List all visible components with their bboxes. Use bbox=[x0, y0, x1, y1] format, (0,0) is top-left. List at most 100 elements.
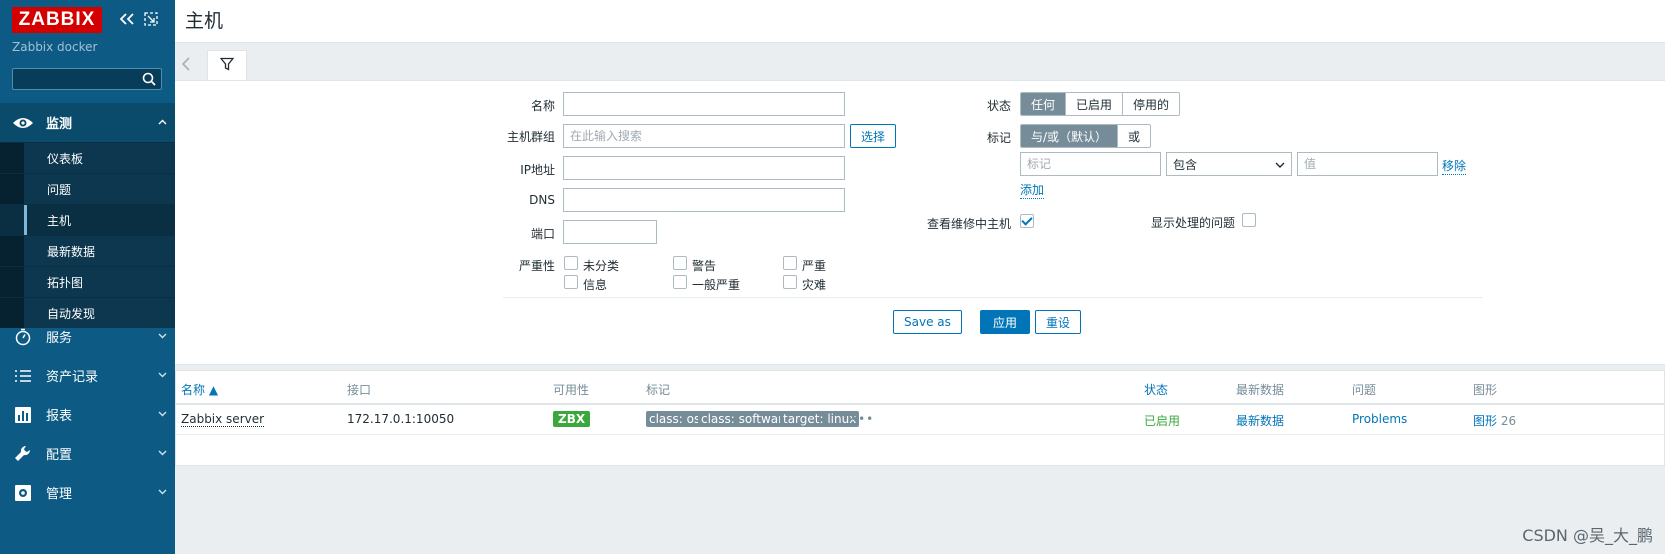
column-tags-header: 标记 bbox=[646, 383, 671, 397]
column-graphs-header: 图形 bbox=[1473, 383, 1498, 397]
status-any-option[interactable]: 任何 bbox=[1021, 93, 1067, 115]
wrench-icon bbox=[0, 445, 46, 463]
apply-button[interactable]: 应用 bbox=[980, 310, 1031, 334]
dns-label: DNS bbox=[529, 193, 555, 207]
status-label: 状态 bbox=[986, 99, 1011, 113]
sidebar-search[interactable] bbox=[12, 68, 162, 90]
menu-services[interactable]: 服务 bbox=[0, 317, 175, 356]
ip-input[interactable] bbox=[563, 156, 845, 180]
submenu-item-hosts[interactable]: 主机 bbox=[0, 204, 175, 235]
tags-label: 标记 bbox=[986, 131, 1011, 145]
severity-average-checkbox[interactable] bbox=[673, 275, 687, 289]
save-as-button[interactable]: Save as bbox=[893, 310, 962, 334]
host-name-link[interactable]: Zabbix server bbox=[181, 412, 265, 427]
severity-information-checkbox[interactable] bbox=[564, 275, 578, 289]
gear-icon bbox=[0, 484, 46, 502]
port-label: 端口 bbox=[530, 227, 555, 241]
submenu-item-problems[interactable]: 问题 bbox=[0, 173, 175, 204]
tag-badge[interactable]: class: os bbox=[646, 411, 704, 427]
server-name: Zabbix docker bbox=[12, 40, 98, 54]
port-input[interactable] bbox=[563, 220, 657, 244]
zabbix-logo[interactable]: ZABBIX bbox=[12, 7, 102, 33]
column-name-header[interactable]: 名称 ▲ bbox=[181, 381, 218, 398]
status-disabled-option[interactable]: 停用的 bbox=[1123, 93, 1180, 115]
tag-badge[interactable]: target: linux bbox=[780, 411, 860, 427]
latest-data-link[interactable]: 最新数据 bbox=[1236, 412, 1284, 429]
filter-icon bbox=[219, 57, 235, 74]
table-header-divider bbox=[176, 403, 1664, 405]
add-tag-link[interactable]: 添加 bbox=[1020, 181, 1045, 199]
menu-configuration[interactable]: 配置 bbox=[0, 434, 175, 473]
availability-badge[interactable]: ZBX bbox=[553, 411, 591, 427]
hostgroup-input[interactable] bbox=[563, 124, 845, 148]
sidebar: ZABBIX Zabbix docker 监测 仪表板 问题 主机 最新数据 拓… bbox=[0, 0, 175, 554]
list-icon bbox=[0, 369, 46, 383]
sidebar-search-input[interactable] bbox=[13, 69, 145, 89]
filter-tab[interactable] bbox=[207, 50, 247, 80]
menu-monitoring-label: 监测 bbox=[46, 117, 73, 132]
tags-evaltype-segmented: 与/或（默认） 或 bbox=[1020, 124, 1152, 148]
hosts-table: 名称 ▲ 接口 可用性 标记 状态 最新数据 问题 图形 Zabbix serv… bbox=[175, 370, 1665, 466]
severity-not-classified-label: 未分类 bbox=[583, 259, 620, 273]
chevron-down-icon bbox=[149, 487, 175, 498]
filter-panel: 名称 主机群组 选择 IP地址 DNS 端口 严重性 未分类 警告 严重 信息 … bbox=[175, 80, 1665, 365]
host-status-link[interactable]: 已启用 bbox=[1144, 412, 1180, 429]
menu-administration[interactable]: 管理 bbox=[0, 473, 175, 512]
bar-chart-icon bbox=[0, 406, 46, 424]
watermark: CSDN @吴_大_鹏 bbox=[1522, 526, 1653, 545]
tag-operator-select[interactable]: 包含 bbox=[1166, 152, 1292, 176]
graphs-count: 26 bbox=[1500, 414, 1517, 428]
row-divider bbox=[176, 434, 1664, 435]
severity-warning-checkbox[interactable] bbox=[673, 256, 687, 270]
severity-high-label: 严重 bbox=[802, 259, 827, 273]
maintenance-checkbox[interactable] bbox=[1020, 214, 1034, 228]
dns-input[interactable] bbox=[563, 188, 845, 212]
more-tags-icon[interactable]: ••• bbox=[850, 412, 874, 426]
kiosk-mode-icon[interactable] bbox=[144, 12, 158, 29]
name-label: 名称 bbox=[530, 99, 555, 113]
name-input[interactable] bbox=[563, 92, 845, 116]
severity-information-label: 信息 bbox=[583, 278, 608, 292]
problems-link[interactable]: Problems bbox=[1352, 412, 1407, 426]
menu-reports[interactable]: 报表 bbox=[0, 395, 175, 434]
submenu-item-dashboard[interactable]: 仪表板 bbox=[0, 142, 175, 173]
chevron-down-icon bbox=[149, 448, 175, 459]
graphs-link[interactable]: 图形 bbox=[1473, 414, 1497, 428]
page-title: 主机 bbox=[185, 10, 224, 32]
show-suppressed-checkbox[interactable] bbox=[1242, 213, 1256, 227]
reset-button[interactable]: 重设 bbox=[1035, 310, 1082, 334]
severity-high-checkbox[interactable] bbox=[783, 256, 797, 270]
tags-and-or-option[interactable]: 与/或（默认） bbox=[1021, 125, 1119, 147]
chevron-left-icon[interactable] bbox=[181, 56, 191, 75]
menu-configuration-label: 配置 bbox=[46, 448, 73, 463]
remove-tag-link[interactable]: 移除 bbox=[1442, 157, 1467, 175]
severity-warning-label: 警告 bbox=[692, 259, 717, 273]
select-hostgroup-button[interactable]: 选择 bbox=[850, 124, 897, 148]
tag-value-input[interactable] bbox=[1297, 152, 1438, 176]
tags-or-option[interactable]: 或 bbox=[1118, 125, 1151, 147]
collapse-sidebar-icon[interactable] bbox=[119, 12, 135, 29]
status-enabled-option[interactable]: 已启用 bbox=[1066, 93, 1124, 115]
tag-name-input[interactable] bbox=[1020, 152, 1161, 176]
column-interface-header: 接口 bbox=[347, 383, 372, 397]
maintenance-label: 查看维修中主机 bbox=[926, 217, 1011, 231]
menu-reports-label: 报表 bbox=[46, 409, 73, 424]
chevron-down-icon bbox=[1275, 157, 1285, 171]
column-status-header[interactable]: 状态 bbox=[1144, 381, 1168, 398]
severity-not-classified-checkbox[interactable] bbox=[564, 256, 578, 270]
chevron-up-icon bbox=[149, 117, 175, 128]
ip-label: IP地址 bbox=[520, 163, 555, 177]
severity-disaster-checkbox[interactable] bbox=[783, 275, 797, 289]
menu-monitoring[interactable]: 监测 bbox=[0, 103, 175, 142]
chevron-down-icon bbox=[149, 370, 175, 381]
search-icon[interactable] bbox=[142, 72, 156, 89]
severity-label: 严重性 bbox=[518, 259, 555, 273]
menu-inventory-label: 资产记录 bbox=[46, 370, 99, 385]
severity-disaster-label: 灾难 bbox=[802, 278, 827, 292]
submenu-item-latest-data[interactable]: 最新数据 bbox=[0, 235, 175, 266]
chevron-down-icon bbox=[149, 331, 175, 342]
menu-inventory[interactable]: 资产记录 bbox=[0, 356, 175, 395]
main-content: 主机 名称 主机群组 选择 IP地址 DNS 端口 严重性 未分类 警告 严重 bbox=[175, 0, 1665, 554]
tag-badge[interactable]: class: software bbox=[698, 411, 794, 427]
submenu-item-maps[interactable]: 拓扑图 bbox=[0, 266, 175, 297]
